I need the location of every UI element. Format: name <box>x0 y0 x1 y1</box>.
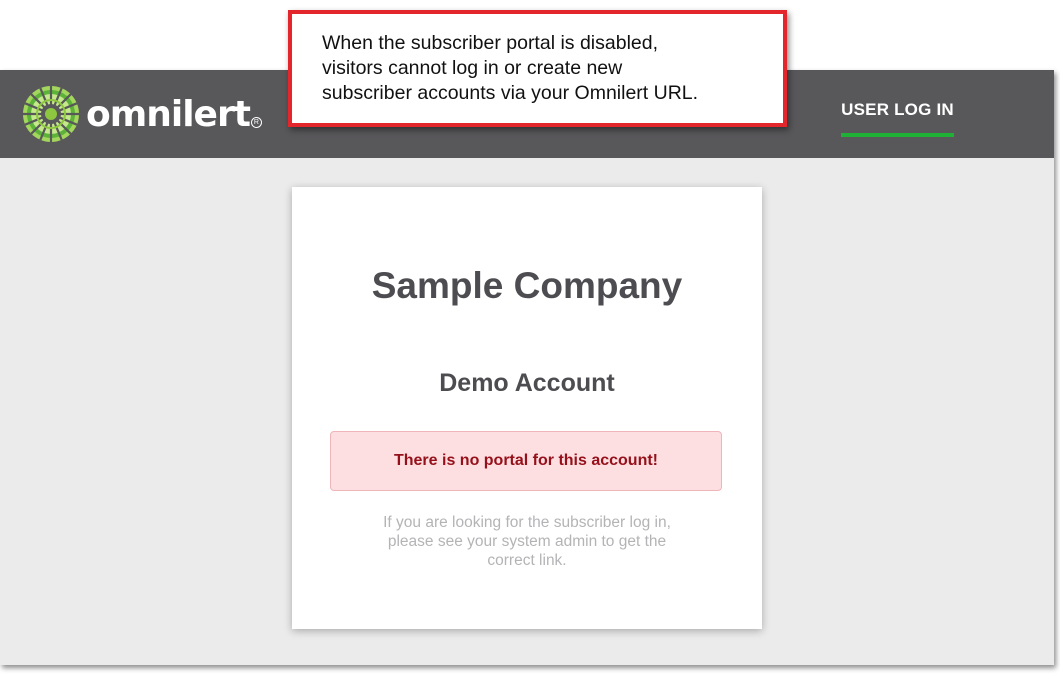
alert-message: There is no portal for this account! <box>393 452 659 469</box>
user-login-link[interactable]: USER LOG IN <box>841 100 954 137</box>
callout-line: When the subscriber portal is disabled, <box>322 32 659 54</box>
callout-line: subscriber accounts via your Omnilert UR… <box>322 82 699 104</box>
account-title: Demo Account <box>439 369 615 397</box>
no-portal-alert: There is no portal for this account! <box>330 431 722 491</box>
company-title: Sample Company <box>371 265 683 306</box>
help-line: If you are looking for the subscriber lo… <box>383 514 671 531</box>
callout-text: When the subscriber portal is disabled, … <box>322 31 782 106</box>
help-line: please see your system admin to get the <box>387 533 667 550</box>
portal-card: Sample Company Demo Account There is no … <box>292 187 762 629</box>
logo-wordmark: omnilert <box>86 93 251 135</box>
callout-line: visitors cannot log in or create new <box>322 57 623 79</box>
help-text: If you are looking for the subscriber lo… <box>337 513 717 570</box>
browser-page: omnilert R USER LOG IN Sample Company De… <box>0 70 1054 665</box>
annotation-callout: When the subscriber portal is disabled, … <box>288 10 787 127</box>
omnilert-logo[interactable]: omnilert R <box>22 84 262 144</box>
omnilert-logo-icon <box>23 86 79 142</box>
help-line: correct link. <box>487 552 567 569</box>
registered-mark-icon: R <box>250 116 262 128</box>
